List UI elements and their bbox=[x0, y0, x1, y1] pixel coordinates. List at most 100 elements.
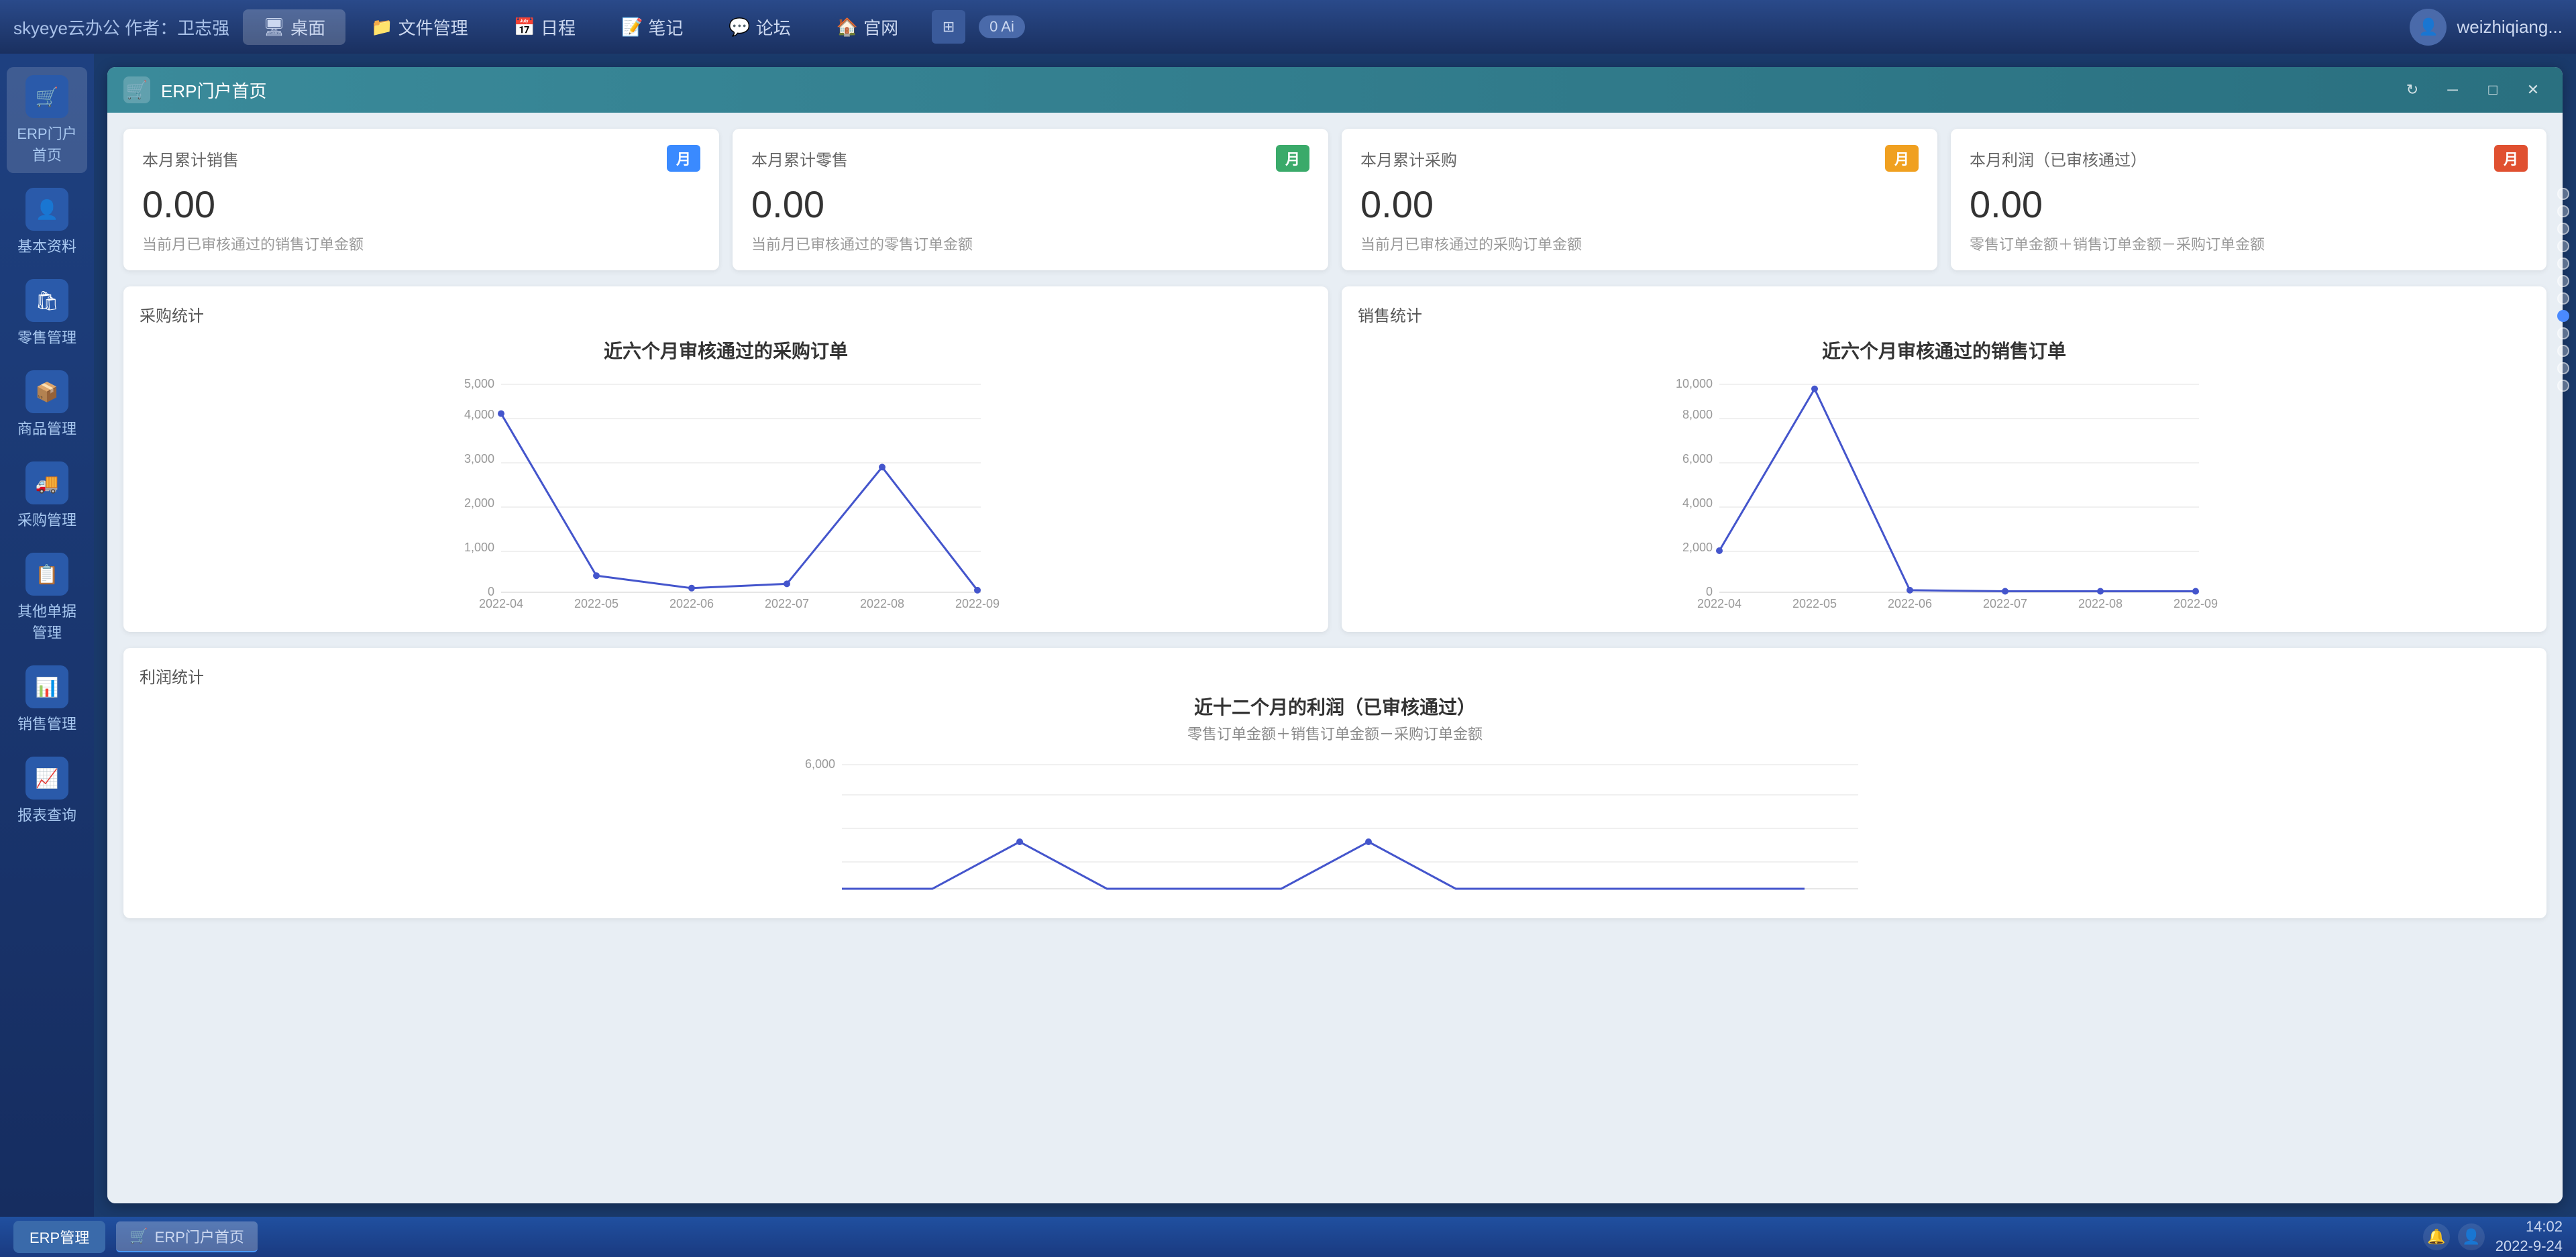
sidebar-item-purchase[interactable]: 🚚采购管理 bbox=[7, 453, 87, 538]
profit-section: 利润统计 近十二个月的利润（已审核通过） 零售订单金额＋销售订单金额－采购订单金… bbox=[123, 648, 2546, 918]
stat-title-2: 本月累计采购 bbox=[1360, 147, 1457, 170]
sidebar-item-other[interactable]: 📋其他单据管理 bbox=[7, 545, 87, 651]
window-area: 🛒 ERP门户首页 ↻ ─ □ ✕ 本月累计销售 月 0.00 当前月已审核通过… bbox=[94, 54, 2576, 1217]
stat-header-3: 本月利润（已审核通过） 月 bbox=[1970, 145, 2528, 172]
screen-icon[interactable]: ⊞ bbox=[932, 10, 965, 44]
refresh-button[interactable]: ↻ bbox=[2399, 76, 2426, 103]
stat-desc-3: 零售订单金额＋销售订单金额－采购订单金额 bbox=[1970, 233, 2528, 254]
stat-desc-0: 当前月已审核通过的销售订单金额 bbox=[142, 233, 700, 254]
scroll-dot-7[interactable] bbox=[2557, 310, 2569, 322]
taskbar-bottom: ERP管理 🛒 ERP门户首页 🔔 👤 14:02 2022-9-24 bbox=[0, 1217, 2576, 1257]
scroll-dot-6[interactable] bbox=[2557, 292, 2569, 305]
notification-icon[interactable]: 🔔 bbox=[2423, 1223, 2450, 1250]
purchase-chart-container: 0 1,000 2,000 3,000 4,000 5,000 bbox=[140, 374, 1312, 616]
sales-chart-title: 近六个月审核通过的销售订单 bbox=[1358, 337, 2530, 364]
profit-chart-subtitle: 零售订单金额＋销售订单金额－采购订单金额 bbox=[140, 722, 2530, 744]
stat-value-3: 0.00 bbox=[1970, 182, 2528, 226]
taskbar-app-label-erp-home-tab: ERP门户首页 bbox=[155, 1225, 244, 1247]
taskbar-app-icon-erp-home-tab: 🛒 bbox=[129, 1227, 148, 1245]
scroll-dot-10[interactable] bbox=[2557, 362, 2569, 374]
svg-text:2022-06: 2022-06 bbox=[669, 597, 714, 610]
stats-row: 本月累计销售 月 0.00 当前月已审核通过的销售订单金额 本月累计零售 月 0… bbox=[123, 129, 2546, 270]
sidebar-icon-goods: 📦 bbox=[25, 370, 68, 413]
stat-header-2: 本月累计采购 月 bbox=[1360, 145, 1919, 172]
svg-text:8,000: 8,000 bbox=[1682, 408, 1713, 421]
bottom-time: 14:02 2022-9-24 bbox=[2496, 1217, 2563, 1256]
sidebar-item-report[interactable]: 📈报表查询 bbox=[7, 749, 87, 833]
time-display: 14:02 bbox=[2496, 1217, 2563, 1237]
charts-row: 采购统计 近六个月审核通过的采购订单 0 1,000 2,000 3,000 4… bbox=[123, 286, 2546, 632]
sidebar-item-basic[interactable]: 👤基本资料 bbox=[7, 180, 87, 264]
scroll-dot-5[interactable] bbox=[2557, 275, 2569, 287]
svg-text:2022-05: 2022-05 bbox=[574, 597, 619, 610]
sidebar-icon-erp-home: 🛒 bbox=[25, 75, 68, 118]
svg-text:2022-08: 2022-08 bbox=[2078, 597, 2123, 610]
scroll-dot-11[interactable] bbox=[2557, 380, 2569, 392]
ai-badge: 0 Ai bbox=[979, 15, 1025, 38]
scroll-dot-8[interactable] bbox=[2557, 327, 2569, 339]
svg-text:10,000: 10,000 bbox=[1676, 377, 1713, 390]
scroll-dot-3[interactable] bbox=[2557, 240, 2569, 252]
nav-item-forum[interactable]: 💬论坛 bbox=[708, 9, 810, 45]
purchase-chart-card: 采购统计 近六个月审核通过的采购订单 0 1,000 2,000 3,000 4… bbox=[123, 286, 1328, 632]
stat-value-0: 0.00 bbox=[142, 182, 700, 226]
svg-text:2022-08: 2022-08 bbox=[860, 597, 904, 610]
stat-card-monthly-profit: 本月利润（已审核通过） 月 0.00 零售订单金额＋销售订单金额－采购订单金额 bbox=[1951, 129, 2546, 270]
svg-text:2022-06: 2022-06 bbox=[1888, 597, 1932, 610]
scroll-indicators bbox=[2557, 188, 2569, 392]
nav-item-schedule[interactable]: 📅日程 bbox=[494, 9, 596, 45]
stat-value-2: 0.00 bbox=[1360, 182, 1919, 226]
svg-text:2,000: 2,000 bbox=[464, 496, 494, 510]
close-button[interactable]: ✕ bbox=[2520, 76, 2546, 103]
svg-text:6,000: 6,000 bbox=[805, 757, 835, 771]
sidebar-item-sales[interactable]: 📊 销售管理 bbox=[7, 657, 87, 742]
sidebar-label-other: 其他单据管理 bbox=[12, 600, 82, 643]
svg-text:2022-07: 2022-07 bbox=[765, 597, 809, 610]
stat-title-1: 本月累计零售 bbox=[751, 147, 848, 170]
user-icon[interactable]: 👤 bbox=[2458, 1223, 2485, 1250]
svg-text:0: 0 bbox=[488, 585, 494, 598]
date-display: 2022-9-24 bbox=[2496, 1237, 2563, 1256]
scroll-dot-1[interactable] bbox=[2557, 205, 2569, 217]
sidebar-item-erp-home[interactable]: 🛒ERP门户首页 bbox=[7, 67, 87, 173]
maximize-button[interactable]: □ bbox=[2479, 76, 2506, 103]
nav-item-official[interactable]: 🏠官网 bbox=[816, 9, 918, 45]
nav-item-filemanager[interactable]: 📁文件管理 bbox=[351, 9, 488, 45]
scroll-dot-4[interactable] bbox=[2557, 258, 2569, 270]
nav-item-desktop[interactable]: 🖥桌面 bbox=[243, 9, 345, 45]
sales-chart-svg: 0 2,000 4,000 6,000 8,000 10,000 bbox=[1358, 374, 2530, 616]
sidebar: 🛒ERP门户首页👤基本资料🛍零售管理📦商品管理🚚采购管理📋其他单据管理📊销售管理… bbox=[0, 54, 94, 1217]
window-title: ERP门户首页 bbox=[161, 78, 266, 103]
sidebar-icon-sales: 📊 bbox=[25, 665, 68, 708]
start-button[interactable]: ERP管理 bbox=[13, 1221, 105, 1253]
sales-chart-card: 销售统计 近六个月审核通过的销售订单 0 2,000 4,000 6,000 8… bbox=[1342, 286, 2546, 632]
sidebar-item-goods[interactable]: 📦商品管理 bbox=[7, 362, 87, 447]
taskbar-app-erp-home-tab[interactable]: 🛒 ERP门户首页 bbox=[116, 1221, 258, 1252]
nav-item-notes[interactable]: 📝笔记 bbox=[601, 9, 703, 45]
sidebar-label-erp-home: ERP门户首页 bbox=[12, 122, 82, 165]
profit-section-title: 利润统计 bbox=[140, 664, 2530, 688]
sales-section-title: 销售统计 bbox=[1358, 303, 2530, 326]
taskbar-top: skyeye云办公 作者：卫志强 🖥桌面📁文件管理📅日程📝笔记💬论坛🏠官网 ⊞ … bbox=[0, 0, 2576, 54]
stat-badge-2: 月 bbox=[1885, 145, 1919, 172]
stat-badge-3: 月 bbox=[2494, 145, 2528, 172]
username: weizhiqiang... bbox=[2457, 17, 2563, 38]
minimize-button[interactable]: ─ bbox=[2439, 76, 2466, 103]
brand-label: skyeye云办公 作者：卫志强 bbox=[13, 15, 229, 40]
bottom-icons: 🔔 👤 bbox=[2423, 1223, 2485, 1250]
svg-text:4,000: 4,000 bbox=[1682, 496, 1713, 510]
window-controls: ↻ ─ □ ✕ bbox=[2399, 76, 2546, 103]
svg-text:2022-04: 2022-04 bbox=[1697, 597, 1741, 610]
sidebar-label-retail: 零售管理 bbox=[17, 326, 76, 347]
erp-window: 🛒 ERP门户首页 ↻ ─ □ ✕ 本月累计销售 月 0.00 当前月已审核通过… bbox=[107, 67, 2563, 1203]
sidebar-label-purchase: 采购管理 bbox=[17, 508, 76, 530]
sidebar-item-retail[interactable]: 🛍零售管理 bbox=[7, 271, 87, 356]
svg-text:2022-09: 2022-09 bbox=[955, 597, 1000, 610]
sidebar-label-sales: 销售管理 bbox=[17, 712, 76, 734]
stat-card-monthly-purchase: 本月累计采购 月 0.00 当前月已审核通过的采购订单金额 bbox=[1342, 129, 1937, 270]
sidebar-label-basic: 基本资料 bbox=[17, 235, 76, 256]
scroll-dot-0[interactable] bbox=[2557, 188, 2569, 200]
svg-text:2022-07: 2022-07 bbox=[1983, 597, 2027, 610]
scroll-dot-9[interactable] bbox=[2557, 345, 2569, 357]
scroll-dot-2[interactable] bbox=[2557, 223, 2569, 235]
